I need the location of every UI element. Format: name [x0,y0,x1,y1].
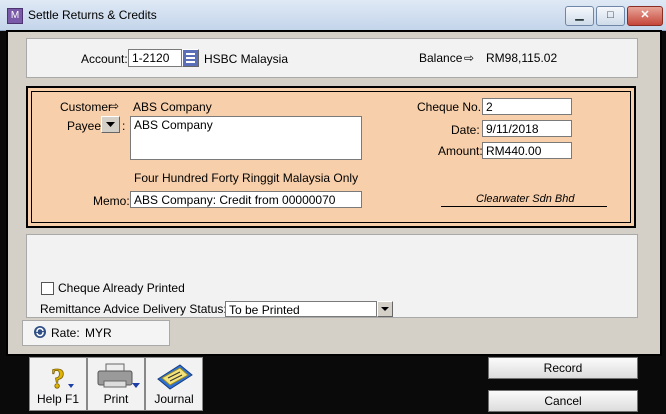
memo-label: Memo: [93,194,130,208]
already-printed-checkbox[interactable] [41,282,54,295]
svg-text:?: ? [51,364,65,392]
printer-icon [96,363,140,394]
rate-label: Rate: [51,326,80,340]
help-button[interactable]: ? Help F1 [29,357,87,411]
payee-address-field[interactable]: ABS Company [130,116,362,160]
app-icon: M [7,8,23,24]
balance-label: Balance [419,51,463,65]
memo-field[interactable]: ABS Company: Credit from 00000070 [130,191,362,208]
customer-value: ABS Company [133,100,212,114]
minimize-button[interactable]: ▁ [565,6,594,26]
cheque-no-field[interactable]: 2 [482,98,572,115]
print-label: Print [103,392,129,406]
amount-field[interactable]: RM440.00 [482,142,572,159]
rate-refresh-icon[interactable] [33,325,47,342]
signature-text: Clearwater Sdn Bhd [476,193,575,205]
journal-button[interactable]: Journal [145,357,203,411]
journal-icon [154,361,196,396]
account-name: HSBC Malaysia [204,52,289,66]
date-label: Date: [451,123,480,137]
journal-label: Journal [154,392,194,406]
balance-arrow-icon: ⇨ [464,51,475,65]
remittance-label: Remittance Advice Delivery Status: [40,302,227,316]
balance-value: RM98,115.02 [486,51,558,65]
customer-label: Customer [60,100,113,114]
print-button[interactable]: Print [87,357,145,411]
date-field[interactable]: 9/11/2018 [482,120,572,137]
rate-value: MYR [85,326,112,340]
payee-label: Payee [67,119,102,133]
payee-dropdown-button[interactable] [101,116,120,133]
maximize-button[interactable]: □ [596,6,625,26]
record-button[interactable]: Record [488,357,638,379]
already-printed-label: Cheque Already Printed [58,281,185,295]
remittance-dropdown-icon[interactable] [377,301,393,317]
remittance-select[interactable]: To be Printed [225,301,377,317]
signature-line [441,206,607,207]
amount-in-words: Four Hundred Forty Ringgit Malaysia Only [134,171,359,185]
close-button[interactable]: ✕ [627,6,663,26]
cheque-no-label: Cheque No.: [417,100,485,114]
title-bar: M Settle Returns & Credits ▁ □ ✕ [0,0,666,31]
account-list-icon[interactable] [182,49,199,67]
help-label: Help F1 [36,392,80,406]
cancel-button[interactable]: Cancel [488,390,638,412]
window-title: Settle Returns & Credits [28,8,157,22]
customer-arrow-icon[interactable]: ⇨ [109,99,119,113]
account-label: Account: [81,52,128,66]
amount-label: Amount: [438,144,483,158]
help-icon: ? [44,362,74,395]
account-field[interactable]: 1-2120 [128,49,182,67]
